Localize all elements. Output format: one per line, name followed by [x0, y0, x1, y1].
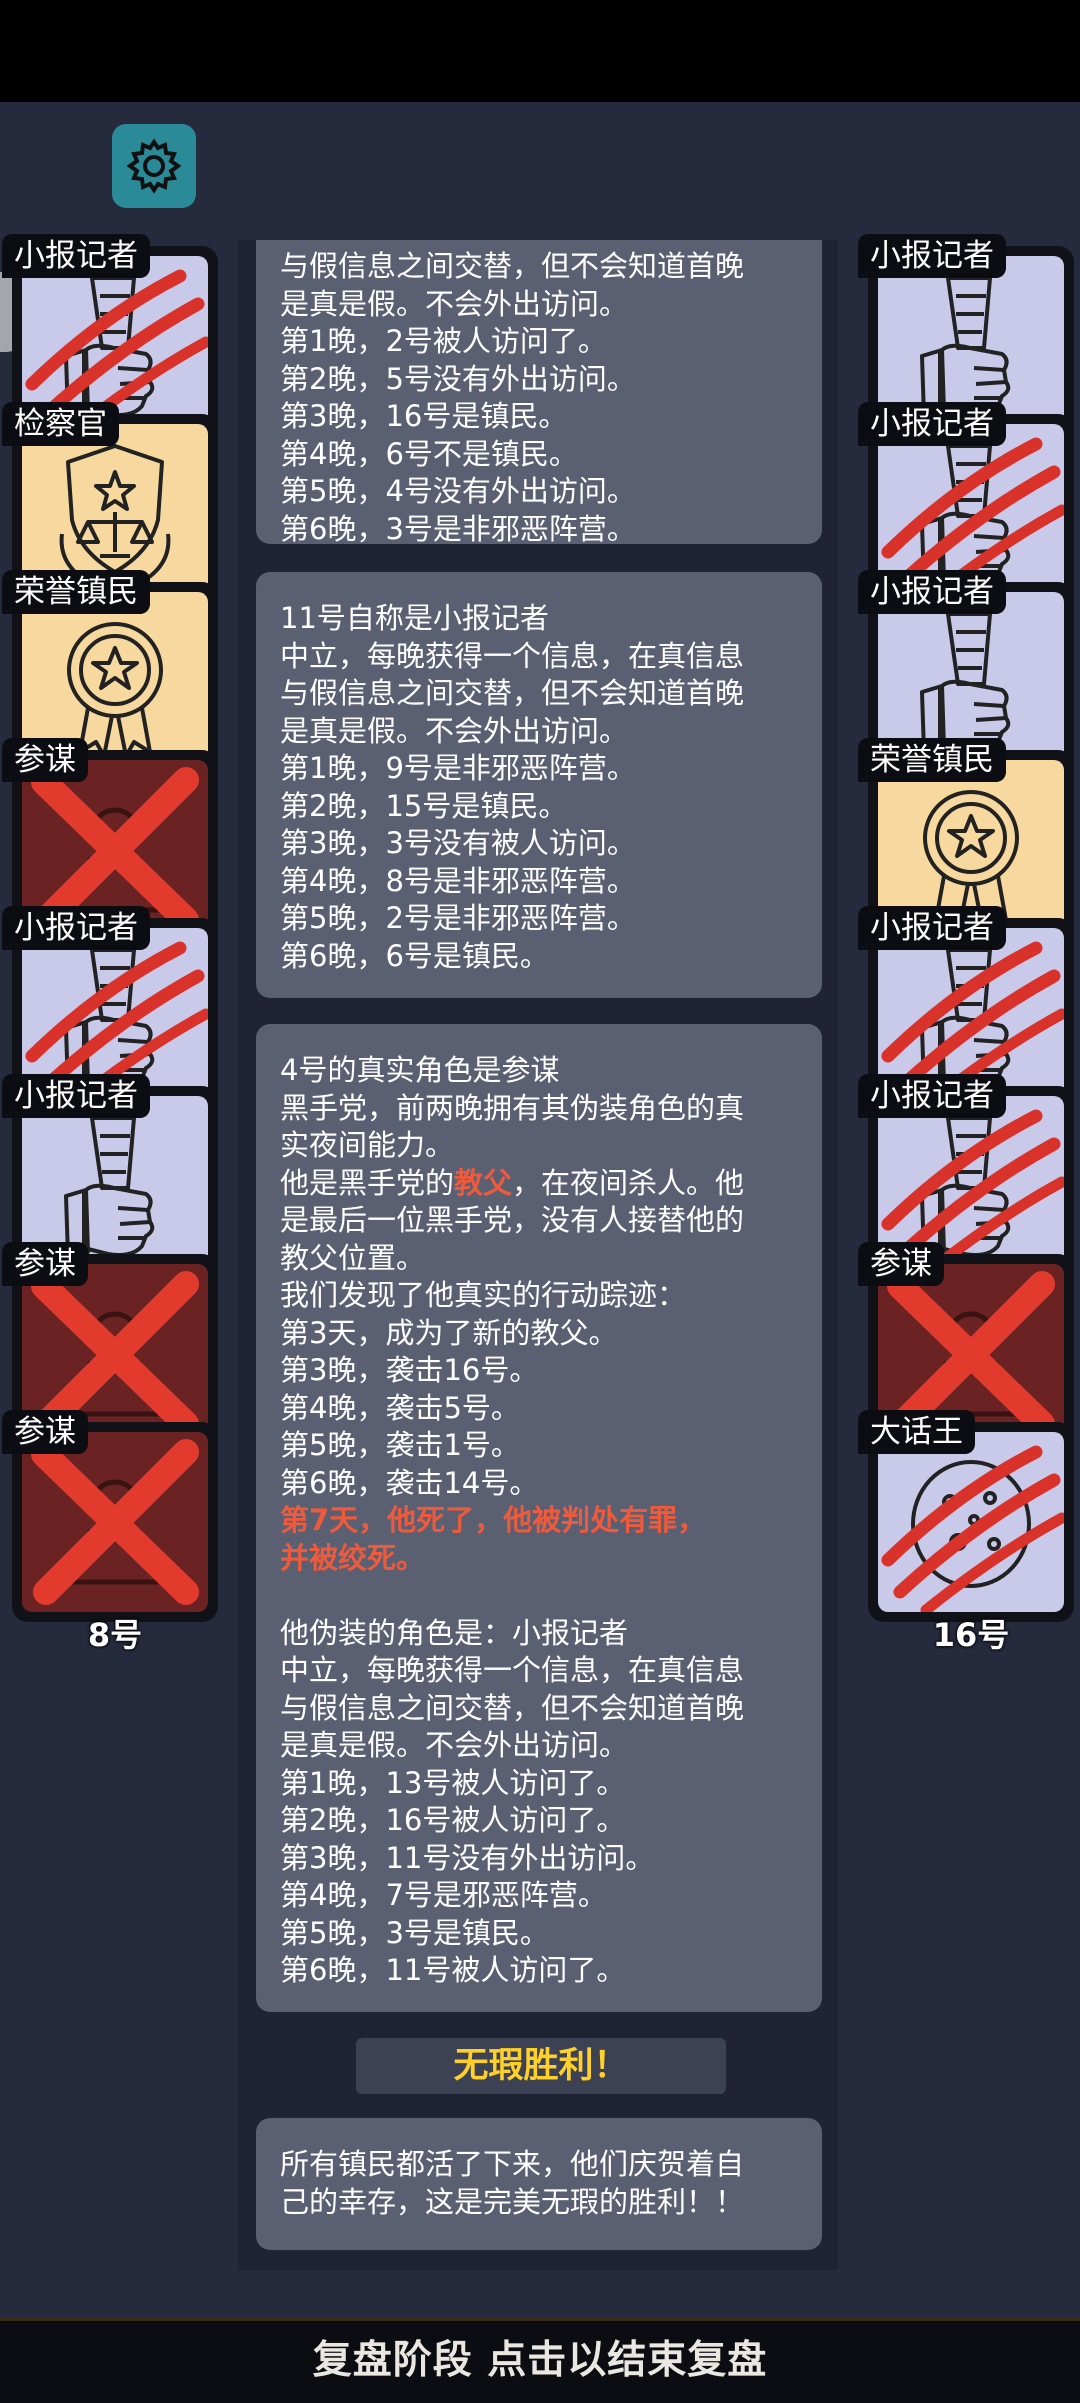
- log-line: 与假信息之间交替，但不会知道首晚: [280, 1690, 745, 1725]
- role-line: 他是黑手党的教父，在夜间杀人。他: [280, 1165, 810, 1203]
- claw-mark-icon: [881, 1445, 1064, 1612]
- log-line: 他伪装的角色是：小报记者: [280, 1615, 629, 1650]
- victory-message: 所有镇民都活了下来，他们庆贺着自 己的幸存，这是完美无瑕的胜利！！: [256, 2118, 822, 2250]
- player-portrait: [878, 1432, 1064, 1612]
- log-line: 第3晚，16号是镇民。: [280, 399, 568, 433]
- role-tag: 参谋: [2, 738, 88, 782]
- role-tag: 小报记者: [858, 234, 1006, 278]
- log-line: 是最后一位黑手党，没有人接替他的: [280, 1203, 745, 1237]
- player-number: 8号: [87, 1616, 143, 1654]
- cross-mark-icon: [31, 1439, 199, 1605]
- role-tag: 小报记者: [2, 1074, 150, 1118]
- log-line: 第6晚，6号是镇民。: [280, 938, 549, 973]
- role-tag: 小报记者: [2, 906, 150, 950]
- log-line: 与假信息之间交替，但不会知道首晚: [280, 676, 745, 710]
- role-tag: 小报记者: [858, 906, 1006, 950]
- role-tag: 小报记者: [858, 1074, 1006, 1118]
- log-line: 第4晚，袭击5号。: [280, 1390, 520, 1425]
- log-line: 11号自称是小报记者: [280, 601, 549, 635]
- log-line: 实夜间能力。: [280, 1128, 455, 1162]
- log-line: 第3晚，袭击16号。: [280, 1353, 539, 1387]
- role-highlight: 教父: [454, 1165, 513, 1200]
- role-tag: 参谋: [2, 1410, 88, 1454]
- role-tag: 小报记者: [2, 234, 150, 278]
- log-line: 第5晚，4号没有外出访问。: [280, 474, 636, 508]
- log-line: 是真是假。不会外出访问。: [280, 713, 629, 748]
- settings-button[interactable]: [112, 124, 196, 208]
- log-line: 中立，每晚获得一个信息，在真信息: [280, 638, 745, 673]
- log-line: 第2晚，15号是镇民。: [280, 788, 568, 823]
- role-tag: 参谋: [858, 1242, 944, 1286]
- player-card[interactable]: 参谋 8号: [2, 1410, 222, 1654]
- log-line: 第2晚，16号被人访问了。: [280, 1803, 626, 1837]
- log-line: 第1晚，2号被人访问了。: [280, 324, 607, 358]
- log-line: 是真是假。不会外出访问。: [280, 1728, 629, 1762]
- log-line: 中立，每晚获得一个信息，在真信息: [280, 1653, 745, 1687]
- log-line: 第4晚，6号不是镇民。: [280, 436, 578, 471]
- log-entry-true-role: 4号的真实角色是参谋 黑手党，前两晚拥有其伪装角色的真 实夜间能力。 他是黑手党的教…: [256, 1024, 822, 2012]
- log-line: 第3晚，11号没有外出访问。: [280, 1840, 655, 1875]
- player-card[interactable]: 大话王 16号: [858, 1410, 1078, 1654]
- log-line: 我们发现了他真实的行动踪迹：: [280, 1278, 687, 1312]
- log-line: 第4晚，7号是邪恶阵营。: [280, 1878, 607, 1912]
- role-line-suffix: ，在夜间杀人。他: [512, 1165, 745, 1200]
- log-line: 所有镇民都活了下来，他们庆贺着自: [280, 2147, 745, 2181]
- log-line: 是真是假。不会外出访问。: [280, 286, 629, 321]
- role-tag: 小报记者: [858, 402, 1006, 446]
- log-line: 与假信息之间交替，但不会知道首晚: [280, 249, 745, 283]
- role-line-prefix: 他是黑手党的: [280, 1165, 455, 1200]
- log-line: 第6晚，袭击14号。: [280, 1465, 539, 1500]
- log-line: 第1晚，9号是非邪恶阵营。: [280, 751, 636, 785]
- review-log[interactable]: 与假信息之间交替，但不会知道首晚 是真是假。不会外出访问。 第1晚，2号被人访问了。…: [238, 240, 838, 2270]
- player-portrait: [22, 1432, 208, 1612]
- gear-icon: [126, 138, 182, 194]
- log-line: 第6晚，3号是非邪恶阵营。: [280, 511, 636, 546]
- log-line: 教父位置。: [280, 1240, 426, 1275]
- role-tag: 检察官: [2, 402, 119, 446]
- role-tag: 大话王: [858, 1410, 975, 1454]
- log-line: 黑手党，前两晚拥有其伪装角色的真: [280, 1090, 745, 1125]
- log-line: 第5晚，3号是镇民。: [280, 1915, 549, 1950]
- role-tag: 荣誉镇民: [2, 570, 150, 614]
- log-line: 第3天，成为了新的教父。: [280, 1315, 618, 1350]
- status-bar: [0, 0, 1080, 102]
- role-tag: 小报记者: [858, 570, 1006, 614]
- log-line: 第4晚，8号是非邪恶阵营。: [280, 863, 636, 898]
- player-number: 16号: [932, 1616, 1010, 1654]
- log-line: 己的幸存，这是完美无瑕的胜利！！: [280, 2184, 745, 2219]
- end-review-button[interactable]: 复盘阶段 点击以结束复盘: [0, 2318, 1080, 2403]
- log-line: 并被绞死。: [280, 1540, 426, 1575]
- log-entry: 11号自称是小报记者 中立，每晚获得一个信息，在真信息 与假信息之间交替，但不会知道…: [256, 572, 822, 998]
- log-line: 第7天，他死了，他被判处有罪，: [280, 1503, 707, 1537]
- log-line: 第2晚，5号没有外出访问。: [280, 361, 636, 396]
- log-entry: 与假信息之间交替，但不会知道首晚 是真是假。不会外出访问。 第1晚，2号被人访问了。…: [256, 240, 822, 546]
- log-line: 第5晚，2号是非邪恶阵营。: [280, 901, 636, 935]
- role-tag: 参谋: [2, 1242, 88, 1286]
- log-line: 4号的真实角色是参谋: [280, 1053, 560, 1087]
- log-line: 第1晚，13号被人访问了。: [280, 1765, 626, 1800]
- log-line: 第5晚，袭击1号。: [280, 1428, 520, 1462]
- role-tag: 荣誉镇民: [858, 738, 1006, 782]
- log-line: 第6晚，11号被人访问了。: [280, 1953, 626, 1987]
- victory-title: 无瑕胜利！: [356, 2038, 726, 2094]
- log-line: 第3晚，3号没有被人访问。: [280, 826, 636, 860]
